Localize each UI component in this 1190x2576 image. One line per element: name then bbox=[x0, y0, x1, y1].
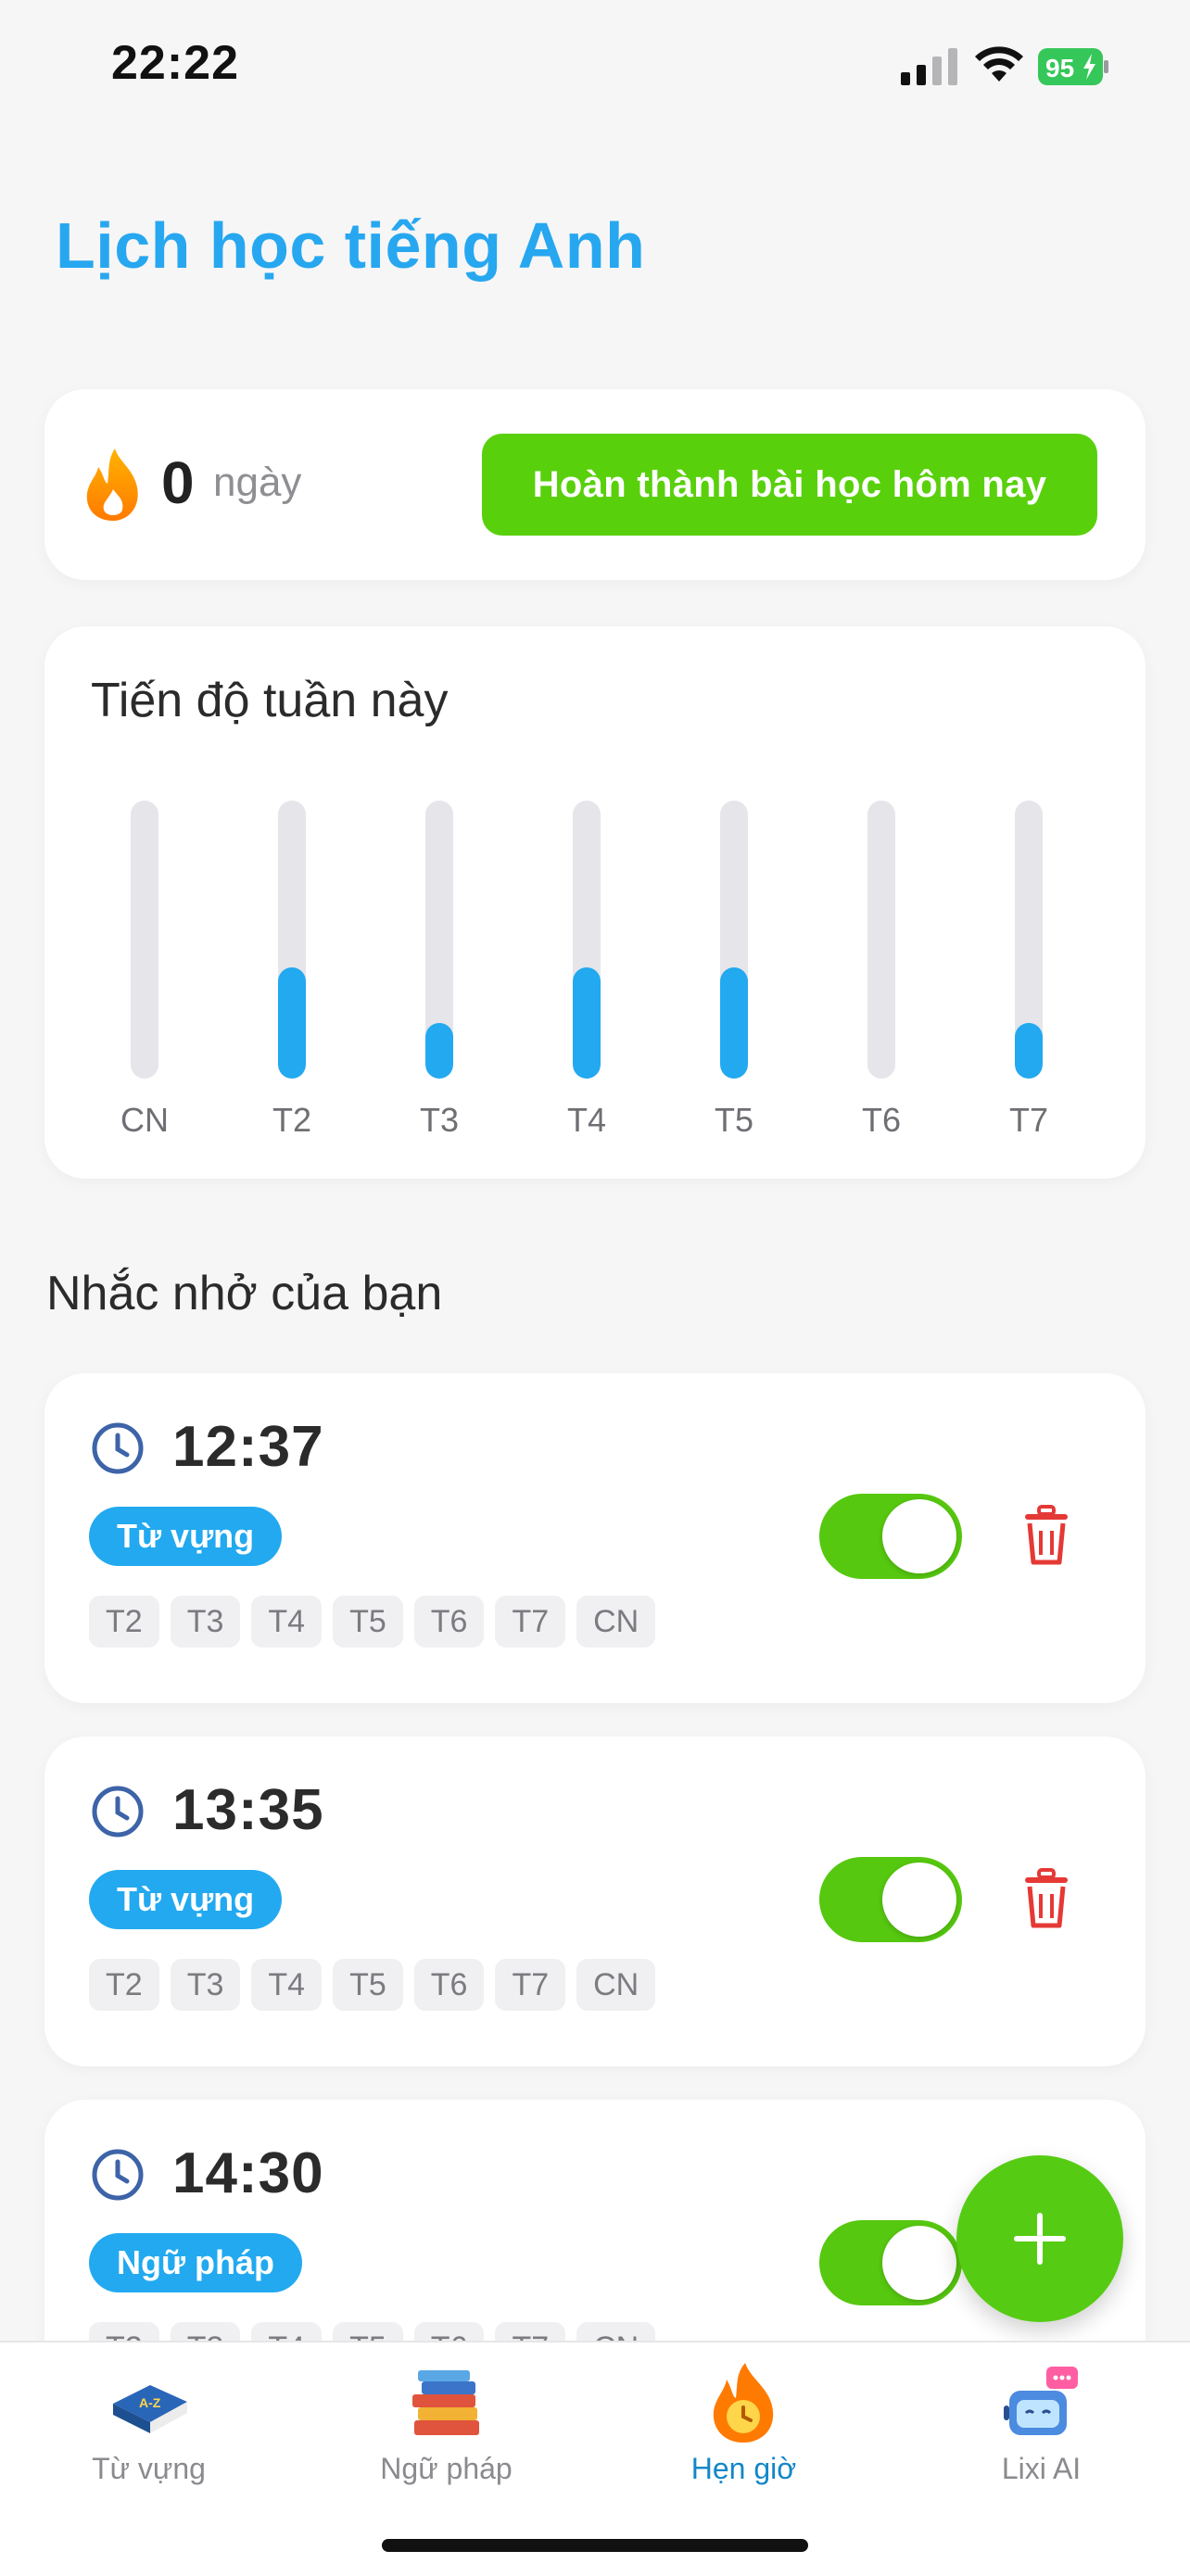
day-chip: T3 bbox=[170, 1959, 241, 2011]
progress-day-label: T2 bbox=[272, 1101, 311, 1139]
streak-unit: ngày bbox=[213, 460, 302, 505]
day-chip: CN bbox=[576, 1596, 656, 1648]
progress-bar-t6: T6 bbox=[826, 801, 937, 1153]
reminder-category-tag: Ngữ pháp bbox=[89, 2233, 303, 2292]
trash-icon[interactable] bbox=[1021, 1505, 1071, 1566]
reminder-category-tag: Từ vựng bbox=[89, 1870, 283, 1929]
streak-card: 0 ngày Hoàn thành bài học hôm nay bbox=[44, 389, 1146, 580]
dictionary-book-icon: A-Z bbox=[113, 2385, 187, 2433]
progress-bar-t3: T3 bbox=[384, 801, 495, 1153]
reminder-card[interactable]: 12:37 Từ vựng T2 T3 T4 T5 T6 T7 CN bbox=[44, 1373, 1146, 1703]
home-indicator bbox=[382, 2539, 808, 2552]
progress-bar-track bbox=[131, 801, 158, 1079]
reminder-category-tag: Từ vựng bbox=[89, 1507, 283, 1566]
progress-bar-fill bbox=[425, 1023, 453, 1079]
reminders-section-title: Nhắc nhở của bạn bbox=[46, 1267, 443, 1320]
progress-day-label: T6 bbox=[861, 1101, 901, 1139]
weekly-progress-title: Tiến độ tuần này bbox=[91, 674, 449, 727]
complete-lesson-button[interactable]: Hoàn thành bài học hôm nay bbox=[482, 434, 1097, 536]
tab-schedule[interactable]: Hẹn giờ bbox=[595, 2342, 892, 2500]
reminder-toggle[interactable] bbox=[819, 1857, 962, 1942]
day-chip: T4 bbox=[251, 1959, 323, 2011]
cellular-signal-icon bbox=[901, 48, 957, 85]
svg-text:A-Z: A-Z bbox=[139, 2395, 161, 2410]
clock-icon bbox=[92, 1786, 144, 1837]
streak-count: 0 bbox=[161, 449, 195, 516]
page-title: Lịch học tiếng Anh bbox=[56, 209, 646, 282]
progress-bar-track bbox=[278, 801, 306, 1079]
books-stack-icon bbox=[412, 2370, 479, 2435]
day-chip: T4 bbox=[251, 1596, 323, 1648]
battery-level: 95 bbox=[1045, 54, 1074, 82]
trash-icon[interactable] bbox=[1021, 1868, 1071, 1929]
tab-lixi-ai[interactable]: Lixi AI bbox=[892, 2342, 1190, 2500]
robot-chat-icon bbox=[1004, 2367, 1078, 2435]
progress-bar-t2: T2 bbox=[236, 801, 348, 1153]
progress-day-label: T3 bbox=[419, 1101, 459, 1139]
wifi-icon bbox=[975, 46, 1023, 82]
toggle-knob bbox=[882, 1863, 956, 1937]
reminder-days: T2T3T4T5T6T7CN bbox=[89, 1959, 656, 2011]
reminder-days: T2T3T4T5T6T7CN bbox=[89, 1596, 656, 1648]
day-chip: CN bbox=[576, 1959, 656, 2011]
clock-icon bbox=[92, 1422, 144, 1474]
reminder-time[interactable]: 12:37 bbox=[172, 1414, 324, 1480]
plus-icon bbox=[1014, 2213, 1066, 2265]
day-chip: T6 bbox=[413, 1959, 485, 2011]
clock-icon bbox=[92, 2149, 144, 2201]
progress-bar-fill bbox=[720, 967, 748, 1079]
status-bar: 22:22 95 bbox=[0, 0, 1190, 139]
progress-bar-fill bbox=[278, 967, 306, 1079]
flame-icon bbox=[86, 448, 138, 521]
weekly-progress-card: Tiến độ tuần này CN T2 T3 T4 T5 T6 T7 bbox=[44, 626, 1146, 1179]
day-chip: T7 bbox=[495, 1959, 566, 2011]
reminder-toggle[interactable] bbox=[819, 1494, 962, 1579]
progress-bar-track bbox=[1015, 801, 1043, 1079]
day-chip: T6 bbox=[413, 1596, 485, 1648]
tab-vocabulary-label: Từ vựng bbox=[92, 2452, 206, 2485]
progress-day-label: T5 bbox=[714, 1101, 753, 1139]
progress-bar-t4: T4 bbox=[531, 801, 642, 1153]
flame-clock-icon bbox=[713, 2363, 774, 2443]
progress-bar-track bbox=[867, 801, 895, 1079]
reminder-card[interactable]: 13:35 Từ vựng T2 T3 T4 T5 T6 T7 CN bbox=[44, 1736, 1146, 2066]
tab-vocabulary[interactable]: A-Z Từ vựng bbox=[0, 2342, 298, 2500]
toggle-knob bbox=[882, 2226, 956, 2300]
tab-schedule-label: Hẹn giờ bbox=[690, 2452, 797, 2485]
toggle-knob bbox=[882, 1499, 956, 1573]
day-chip: T5 bbox=[333, 1596, 403, 1648]
add-reminder-button[interactable] bbox=[956, 2155, 1123, 2322]
day-chip: T2 bbox=[89, 1959, 159, 2011]
progress-bar-t5: T5 bbox=[678, 801, 790, 1153]
progress-day-label: CN bbox=[120, 1101, 169, 1139]
tab-lixi-ai-label: Lixi AI bbox=[1001, 2452, 1082, 2485]
weekly-progress-bars: CN T2 T3 T4 T5 T6 T7 bbox=[44, 801, 1146, 1153]
reminder-time[interactable]: 13:35 bbox=[172, 1777, 324, 1843]
reminder-toggle[interactable] bbox=[819, 2220, 962, 2305]
progress-bar-fill bbox=[1015, 1023, 1043, 1079]
status-time: 22:22 bbox=[111, 36, 239, 90]
progress-day-label: T4 bbox=[566, 1101, 606, 1139]
day-chip: T2 bbox=[89, 1596, 159, 1648]
progress-bar-t7: T7 bbox=[973, 801, 1084, 1153]
progress-day-label: T7 bbox=[1008, 1101, 1048, 1139]
day-chip: T7 bbox=[495, 1596, 566, 1648]
progress-bar-track bbox=[720, 801, 748, 1079]
reminder-time[interactable]: 14:30 bbox=[172, 2140, 324, 2206]
progress-bar-cn: CN bbox=[89, 801, 200, 1153]
day-chip: T3 bbox=[170, 1596, 241, 1648]
progress-bar-fill bbox=[573, 967, 601, 1079]
progress-bar-track bbox=[573, 801, 601, 1079]
tab-grammar[interactable]: Ngữ pháp bbox=[298, 2342, 595, 2500]
day-chip: T5 bbox=[333, 1959, 403, 2011]
progress-bar-track bbox=[425, 801, 453, 1079]
tab-grammar-label: Ngữ pháp bbox=[380, 2452, 513, 2485]
battery-icon: 95 bbox=[1038, 48, 1108, 85]
